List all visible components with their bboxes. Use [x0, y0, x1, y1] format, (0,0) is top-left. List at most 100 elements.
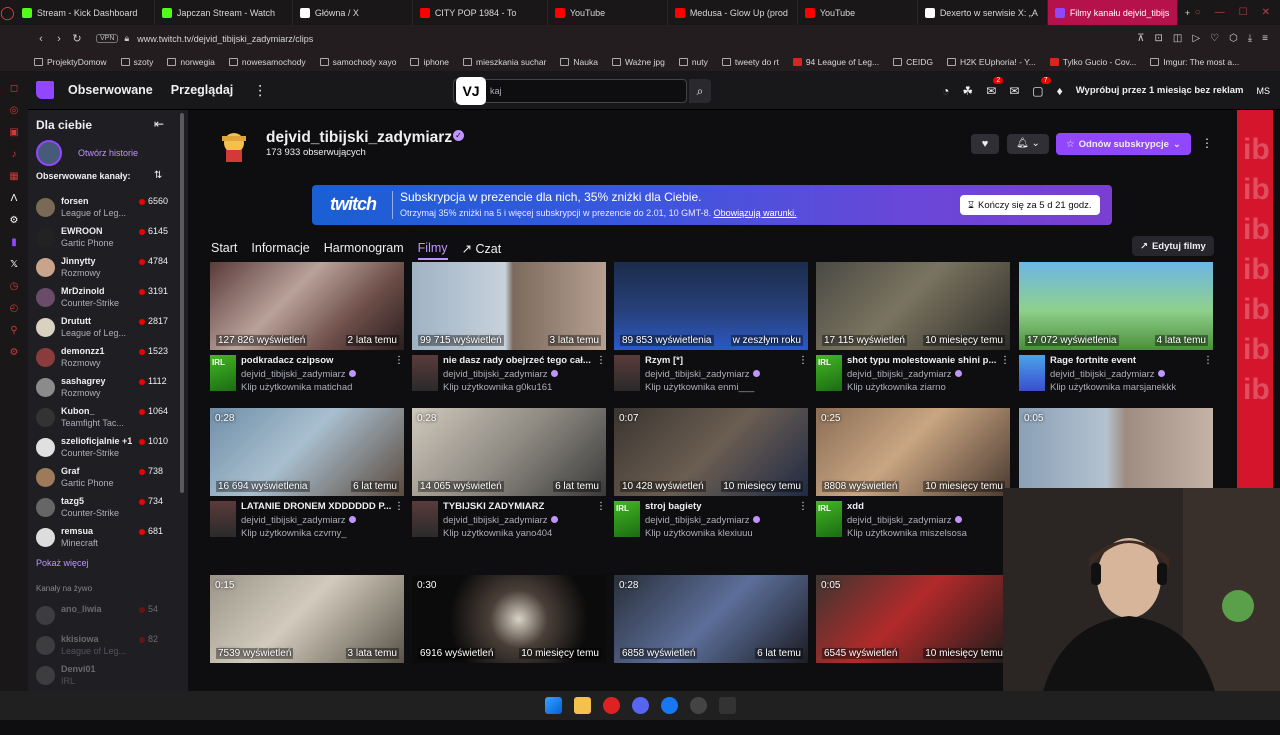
gift-sub-promo-banner[interactable]: twitch Subskrypcja w prezencie dla nich,…	[312, 185, 1112, 225]
bookmark-item[interactable]: Imgur: The most a...	[1150, 57, 1239, 67]
followed-channel[interactable]: Jinnytty Rozmowy 4784	[36, 256, 172, 284]
bookmark-item[interactable]: iphone	[410, 57, 449, 67]
clip-more-icon[interactable]: ⋮	[1203, 355, 1213, 366]
tab-about[interactable]: Informacje	[251, 241, 309, 260]
clip-thumbnail[interactable]: 99 715 wyświetleń 3 lata temu	[412, 262, 606, 350]
clip-title[interactable]: podkradacz czipsow	[241, 355, 391, 366]
clip-author[interactable]: Klip użytkownika ziarno	[847, 382, 946, 393]
opera-logo-icon[interactable]: ◯	[0, 0, 15, 25]
bookmark-item[interactable]: 94 League of Leg...	[792, 57, 879, 67]
clock-icon[interactable]: ◴	[10, 303, 19, 314]
clip-more-icon[interactable]: ⋮	[798, 355, 808, 366]
instagram-icon[interactable]: ▣	[9, 127, 18, 138]
x-sidebar-icon[interactable]: 𝕏	[10, 259, 18, 270]
nav-browse[interactable]: Przeglądaj	[171, 83, 234, 97]
play-icon[interactable]: ▷	[1192, 33, 1200, 44]
browser-tab[interactable]: Dexerto w serwisie X: „A	[918, 0, 1048, 25]
followed-channel[interactable]: remsua Minecraft 681	[36, 526, 172, 554]
back-icon[interactable]: ‹	[32, 33, 50, 45]
bookmark-item[interactable]: Nauka	[560, 57, 598, 67]
followed-channel[interactable]: kkisiowa League of Leg... 82	[36, 634, 172, 662]
new-tab-button[interactable]: +	[1178, 0, 1195, 25]
clip-category-art[interactable]: IRL	[614, 501, 640, 537]
clip-category-art[interactable]	[412, 355, 438, 391]
show-more-link[interactable]: Pokaż więcej	[36, 558, 89, 568]
open-stories[interactable]: Otwórz historie	[36, 140, 138, 166]
pinboard-icon[interactable]: ⚲	[10, 325, 17, 336]
promo-terms-link[interactable]: Obowiązują warunki.	[714, 208, 797, 218]
screenshot-icon[interactable]: ⊡	[1154, 33, 1162, 44]
file-explorer-icon[interactable]	[573, 697, 591, 714]
bookmark-item[interactable]: norwegia	[167, 57, 215, 67]
browser-tab[interactable]: Filmy kanału dejvid_tibijs	[1047, 0, 1178, 25]
clip-category-art[interactable]: IRL	[816, 501, 842, 537]
browser-tab[interactable]: Medusa - Glow Up (prod	[668, 0, 798, 25]
twitch-sidebar-icon[interactable]: ▮	[11, 237, 17, 248]
clip-author[interactable]: Klip użytkownika marsjanekkk	[1050, 382, 1176, 393]
clip-thumbnail[interactable]: 0:07 10 428 wyświetleń 10 miesięcy temu	[614, 408, 808, 496]
bookmark-item[interactable]: szoty	[120, 57, 153, 67]
turbo-icon[interactable]: ☘	[962, 84, 973, 98]
clip-thumbnail[interactable]: 0:25 8808 wyświetleń 10 miesięcy temu	[816, 408, 1010, 496]
maximize-icon[interactable]: ☐	[1239, 7, 1248, 18]
followed-channel[interactable]: forsen League of Leg... 6560	[36, 196, 172, 224]
clip-more-icon[interactable]: ⋮	[798, 501, 808, 512]
clip-card[interactable]: 17 072 wyświetlenia 4 lata temu Rage fortn…	[1019, 262, 1213, 422]
clip-card[interactable]: 99 715 wyświetleń 3 lata temu nie dasz rad…	[412, 262, 606, 422]
bookmark-item[interactable]: Tylko Gucio - Cov...	[1049, 57, 1136, 67]
sidebar-scrollbar[interactable]	[180, 113, 184, 493]
minimize-icon[interactable]: —	[1215, 7, 1225, 18]
followed-channel[interactable]: Drututt League of Leg... 2817	[36, 316, 172, 344]
followed-channel[interactable]: ano_liwia 54	[36, 604, 172, 632]
clip-category-art[interactable]	[1019, 355, 1045, 391]
notifications-bell-button[interactable]: 🔔︎ ⌄	[1007, 134, 1049, 154]
edit-videos-button[interactable]: ↗ Edytuj filmy	[1132, 236, 1214, 256]
search-tabs-icon[interactable]: ○	[1195, 7, 1201, 18]
clip-thumbnail[interactable]: 17 115 wyświetleń 10 miesięcy temu	[816, 262, 1010, 350]
followed-channel[interactable]: Kubon_ Teamfight Tac... 1064	[36, 406, 172, 434]
clip-title[interactable]: xdd	[847, 501, 997, 512]
bookmark-item[interactable]: Ważne jpg	[611, 57, 665, 67]
clip-title[interactable]: shot typu molestowanie shini p...	[847, 355, 997, 366]
url-field[interactable]: www.twitch.tv/dejvid_tibijski_zadymiarz/…	[137, 34, 313, 44]
clip-card[interactable]: 0:07 10 428 wyświetleń 10 miesięcy temu IRL…	[614, 408, 808, 568]
clip-channel[interactable]: dejvid_tibijski_zadymiarz	[847, 515, 962, 526]
forward-icon[interactable]: ›	[50, 33, 68, 45]
clip-more-icon[interactable]: ⋮	[1000, 355, 1010, 366]
clip-category-art[interactable]: IRL	[816, 355, 842, 391]
reload-icon[interactable]: ↻	[68, 32, 86, 45]
twitch-logo-icon[interactable]	[36, 81, 54, 99]
clip-category-art[interactable]	[210, 501, 236, 537]
search-icon[interactable]: ⌕	[689, 79, 711, 103]
browser-tab[interactable]: CITY POP 1984 - To	[413, 0, 548, 25]
clip-channel[interactable]: dejvid_tibijski_zadymiarz	[847, 369, 962, 380]
clip-title[interactable]: Rzym [*]	[645, 355, 795, 366]
browser-tab[interactable]: YouTube	[548, 0, 668, 25]
prime-crown-icon[interactable]: ♦	[1057, 84, 1063, 98]
clip-thumbnail[interactable]: 0:30 6916 wyświetleń 10 miesięcy temu	[412, 575, 606, 663]
clip-author[interactable]: Klip użytkownika miszelsosa	[847, 528, 967, 539]
discord-icon[interactable]	[631, 697, 649, 714]
search-input[interactable]: kaj	[453, 79, 687, 103]
collapse-sidebar-icon[interactable]: ⇤	[154, 117, 164, 131]
more-icon[interactable]: ⋮	[253, 82, 267, 99]
clip-title[interactable]: nie dasz rady obejrzeć tego cał...	[443, 355, 593, 366]
terminal-icon[interactable]	[718, 697, 736, 714]
clip-channel[interactable]: dejvid_tibijski_zadymiarz	[1050, 369, 1165, 380]
nav-following[interactable]: Obserwowane	[68, 83, 153, 97]
clip-more-icon[interactable]: ⋮	[394, 355, 404, 366]
clip-title[interactable]: LATANIE DRONEM XDDDDDD P...	[241, 501, 391, 512]
clip-category-art[interactable]	[412, 501, 438, 537]
clip-author[interactable]: Klip użytkownika czvrny_	[241, 528, 347, 539]
clip-thumbnail[interactable]: 0:05	[1019, 408, 1213, 496]
clip-title[interactable]: stroj bagiety	[645, 501, 795, 512]
clip-more-icon[interactable]: ⋮	[596, 501, 606, 512]
vpn-badge[interactable]: VPN	[96, 34, 119, 43]
followed-channel[interactable]: sashagrey Rozmowy 1112	[36, 376, 172, 404]
clip-card[interactable]: 0:28 14 065 wyświetleń 6 lat temu TYBIJSKI …	[412, 408, 606, 568]
tab-schedule[interactable]: Harmonogram	[324, 241, 404, 260]
player-icon[interactable]: ♪	[12, 149, 17, 160]
clip-author[interactable]: Klip użytkownika g0ku161	[443, 382, 552, 393]
clip-author[interactable]: Klip użytkownika enmi___	[645, 382, 754, 393]
clip-channel[interactable]: dejvid_tibijski_zadymiarz	[645, 515, 760, 526]
